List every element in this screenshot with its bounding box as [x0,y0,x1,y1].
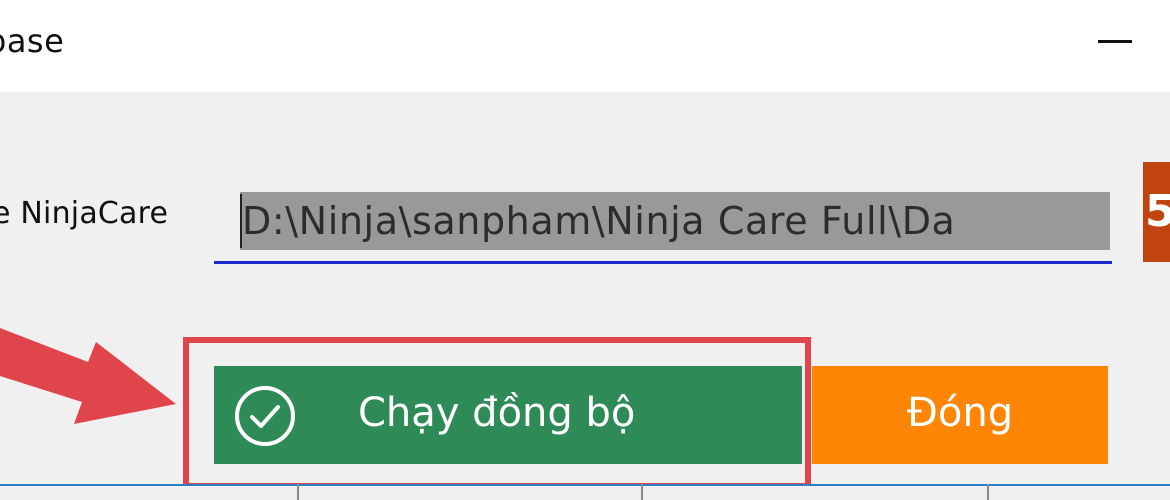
column-separator [641,484,643,500]
column-separator [987,484,989,500]
minimize-button[interactable] [1092,18,1140,66]
minimize-icon [1098,40,1132,43]
database-path-value: D:\Ninja\sanpham\Ninja Care Full\Da [242,199,956,243]
browse-button[interactable]: 5 [1143,162,1170,262]
database-path-label: e NinjaCare [0,196,169,231]
check-circle-icon [235,386,295,446]
table-header-strip [0,484,1170,500]
database-path-input[interactable]: D:\Ninja\sanpham\Ninja Care Full\Da [214,180,1112,264]
close-button[interactable]: Đóng [812,366,1108,464]
column-separator [297,484,299,500]
close-button-label: Đóng [906,390,1014,436]
title-bar: base [0,0,1170,92]
text-caret [240,194,242,248]
arrow-right-icon [0,328,176,424]
sync-button-label: Chạy đồng bộ [358,390,636,436]
window-title: base [0,22,65,60]
browse-button-label: 5 [1145,186,1170,237]
divider [0,484,1170,486]
sync-button[interactable]: Chạy đồng bộ [214,366,802,464]
